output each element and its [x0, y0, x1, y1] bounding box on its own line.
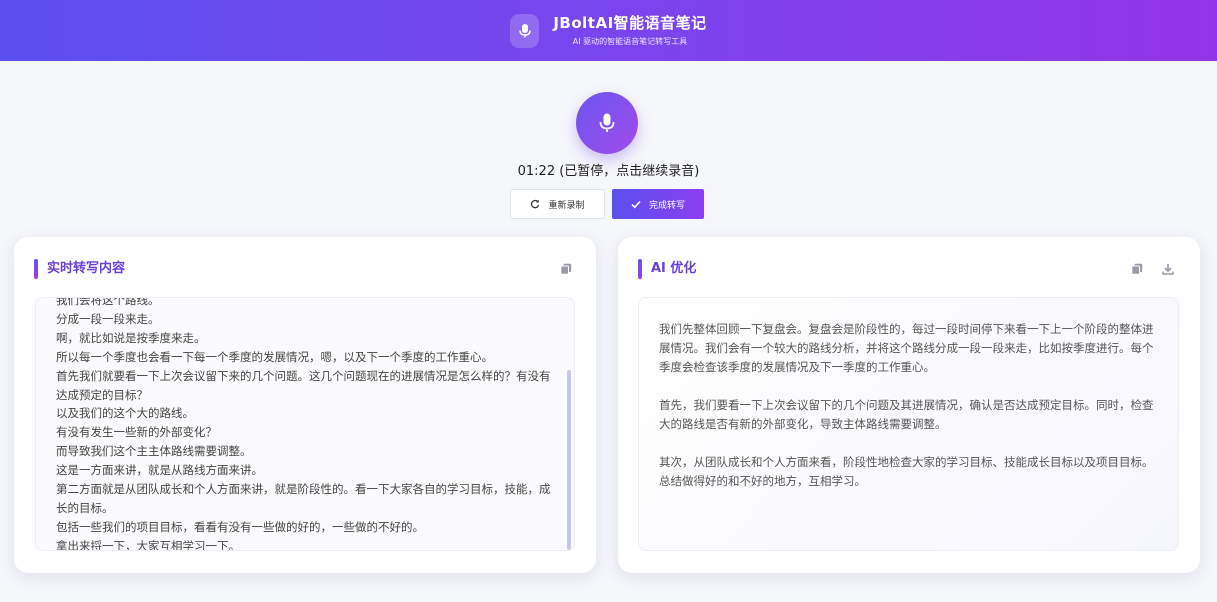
transcript-panel-header: 实时转写内容: [34, 259, 576, 279]
transcript-line: 包括一些我们的项目目标，看看有没有一些做的好的，一些做的不好的。: [56, 519, 424, 534]
transcript-panel-title: 实时转写内容: [47, 261, 126, 276]
transcript-line: 第二方面就是从团队成长和个人方面来讲，就是阶段性的。看一下大家各自的学习目标，技…: [56, 482, 551, 497]
ai-paragraph: 首先，我们要看一下上次会议留下的几个问题及其进展情况，确认是否达成预定目标。同时…: [659, 398, 1154, 431]
accent-bar: [638, 259, 642, 279]
ai-panel: AI 优化 我们先整体回顾一下复盘会。复盘会是阶段性的，每过一段时间停下来看一下…: [618, 237, 1200, 573]
copy-transcript-button[interactable]: [556, 259, 576, 279]
transcript-line: 啊，就比如说是按季度来走。: [56, 330, 206, 345]
ai-paragraph: 其次，从团队成长和个人方面来看，阶段性地检查大家的学习目标、技能成长目标以及项目…: [659, 455, 1154, 488]
logo: [510, 13, 540, 48]
transcript-scrollbar[interactable]: [567, 370, 571, 550]
microphone-icon: [519, 23, 531, 37]
finish-label: 完成转写: [648, 200, 685, 211]
copy-icon: [1131, 263, 1143, 275]
transcript-text: 我们会将这个路线。分成一段一段来走。啊，就比如说是按季度来走。所以每一个季度也会…: [56, 297, 556, 551]
ai-paragraph: 我们先整体回顾一下复盘会。复盘会是阶段性的，每过一段时间停下来看一下上一个阶段的…: [659, 322, 1154, 374]
ai-text: 我们先整体回顾一下复盘会。复盘会是阶段性的，每过一段时间停下来看一下上一个阶段的…: [659, 320, 1158, 491]
copy-ai-button[interactable]: [1127, 259, 1147, 279]
app-subtitle: AI 驱动的智能语音笔记转写工具: [572, 37, 688, 46]
transcript-line: 长的目标。: [56, 500, 114, 515]
accent-bar: [34, 259, 38, 279]
transcript-line: 而导致我们这个主主体路线需要调整。: [56, 444, 252, 459]
ai-panel-header: AI 优化: [638, 259, 1180, 279]
transcript-line: 拿出来捋一下，大家互相学习一下。: [56, 538, 240, 551]
finish-transcription-button[interactable]: 完成转写: [612, 189, 704, 219]
refresh-icon: [531, 199, 540, 209]
rerecord-button[interactable]: 重新录制: [510, 189, 605, 219]
transcript-content[interactable]: 我们会将这个路线。分成一段一段来走。啊，就比如说是按季度来走。所以每一个季度也会…: [35, 297, 575, 551]
recording-status: 01:22 (已暂停，点击继续录音): [517, 164, 700, 179]
transcript-line: 这是一方面来讲，就是从路线方面来讲。: [56, 463, 263, 478]
transcript-line: 分成一段一段来走。: [56, 311, 160, 326]
microphone-icon: [599, 113, 615, 132]
transcript-line: 达成预定的目标？: [56, 387, 148, 402]
ai-panel-title: AI 优化: [651, 261, 697, 276]
rerecord-label: 重新录制: [548, 200, 585, 211]
transcript-line: 有没有发生一些新的外部变化？: [56, 425, 217, 440]
transcript-panel: 实时转写内容 我们会将这个路线。分成一段一段来走。啊，就比如说是按季度来走。所以…: [14, 237, 596, 573]
ai-content[interactable]: 我们先整体回顾一下复盘会。复盘会是阶段性的，每过一段时间停下来看一下上一个阶段的…: [638, 297, 1179, 551]
transcript-line: 首先我们就要看一下上次会议留下来的几个问题。这几个问题现在的进展情况是怎么样的？…: [56, 368, 551, 383]
download-icon: [1162, 264, 1174, 275]
download-ai-button[interactable]: [1158, 259, 1178, 279]
record-button[interactable]: [576, 92, 638, 154]
transcript-line: 所以每一个季度也会看一下每一个季度的发展情况，嗯，以及下一个季度的工作重心。: [56, 349, 493, 364]
app-title: JBoltAI智能语音笔记: [553, 14, 707, 32]
check-icon: [631, 200, 641, 208]
copy-icon: [560, 263, 572, 275]
transcript-line: 我们会将这个路线。: [56, 297, 160, 307]
transcript-line: 以及我们的这个大的路线。: [56, 406, 194, 421]
app-header: JBoltAI智能语音笔记 AI 驱动的智能语音笔记转写工具: [0, 0, 1217, 61]
